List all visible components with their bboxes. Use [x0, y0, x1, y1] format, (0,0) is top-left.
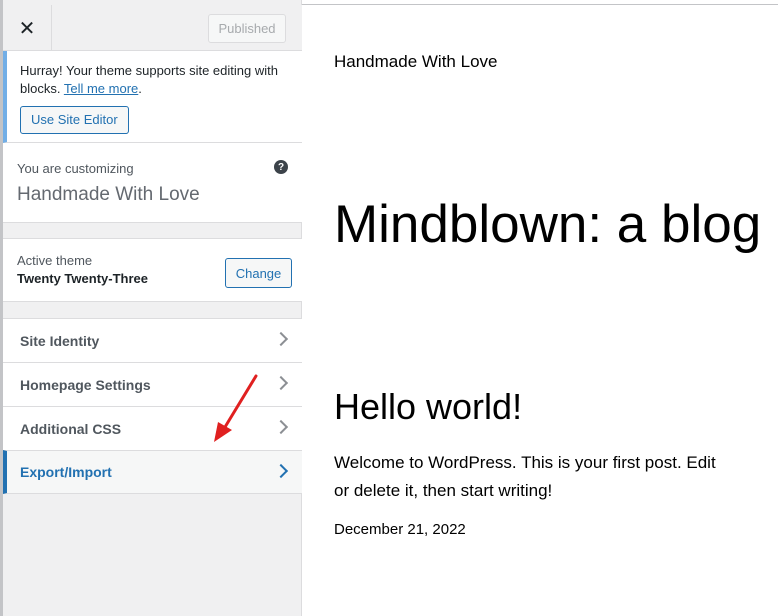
close-icon: ✕: [18, 17, 36, 40]
chevron-right-icon: [273, 375, 289, 391]
close-button[interactable]: ✕: [3, 5, 52, 51]
preview-site-title[interactable]: Handmade With Love: [334, 52, 497, 72]
tell-me-more-link[interactable]: Tell me more: [64, 81, 138, 96]
menu-item-export-import[interactable]: Export/Import: [3, 450, 302, 494]
change-theme-button[interactable]: Change: [225, 258, 292, 288]
chevron-right-icon: [273, 463, 289, 479]
customizer-header: ✕ Published: [3, 5, 302, 51]
customizer-sidebar: ✕ Published Hurray! Your theme supports …: [0, 0, 302, 616]
site-editor-notice: Hurray! Your theme supports site editing…: [3, 51, 302, 143]
preview-post-title[interactable]: Hello world!: [334, 386, 522, 428]
use-site-editor-button[interactable]: Use Site Editor: [20, 106, 129, 134]
active-theme-section: Active theme Twenty Twenty-Three Change: [3, 238, 302, 302]
annotation-arrow-icon: [214, 374, 258, 442]
menu-item-site-identity[interactable]: Site Identity: [3, 318, 302, 362]
customizing-info: You are customizing Handmade With Love ?: [3, 143, 302, 223]
customizing-site-name: Handmade With Love: [17, 184, 200, 205]
site-preview: Handmade With Love Mindblown: a blog Hel…: [303, 6, 778, 616]
help-icon[interactable]: ?: [274, 160, 288, 174]
preview-post-date: December 21, 2022: [334, 521, 466, 538]
notice-text: Hurray! Your theme supports site editing…: [20, 63, 278, 96]
preview-tagline: Mindblown: a blog: [334, 195, 762, 254]
chevron-right-icon: [273, 331, 289, 347]
published-button[interactable]: Published: [208, 14, 286, 43]
preview-post-body: Welcome to WordPress. This is your first…: [334, 453, 716, 500]
customizing-label: You are customizing: [17, 161, 134, 176]
chevron-right-icon: [273, 419, 289, 435]
